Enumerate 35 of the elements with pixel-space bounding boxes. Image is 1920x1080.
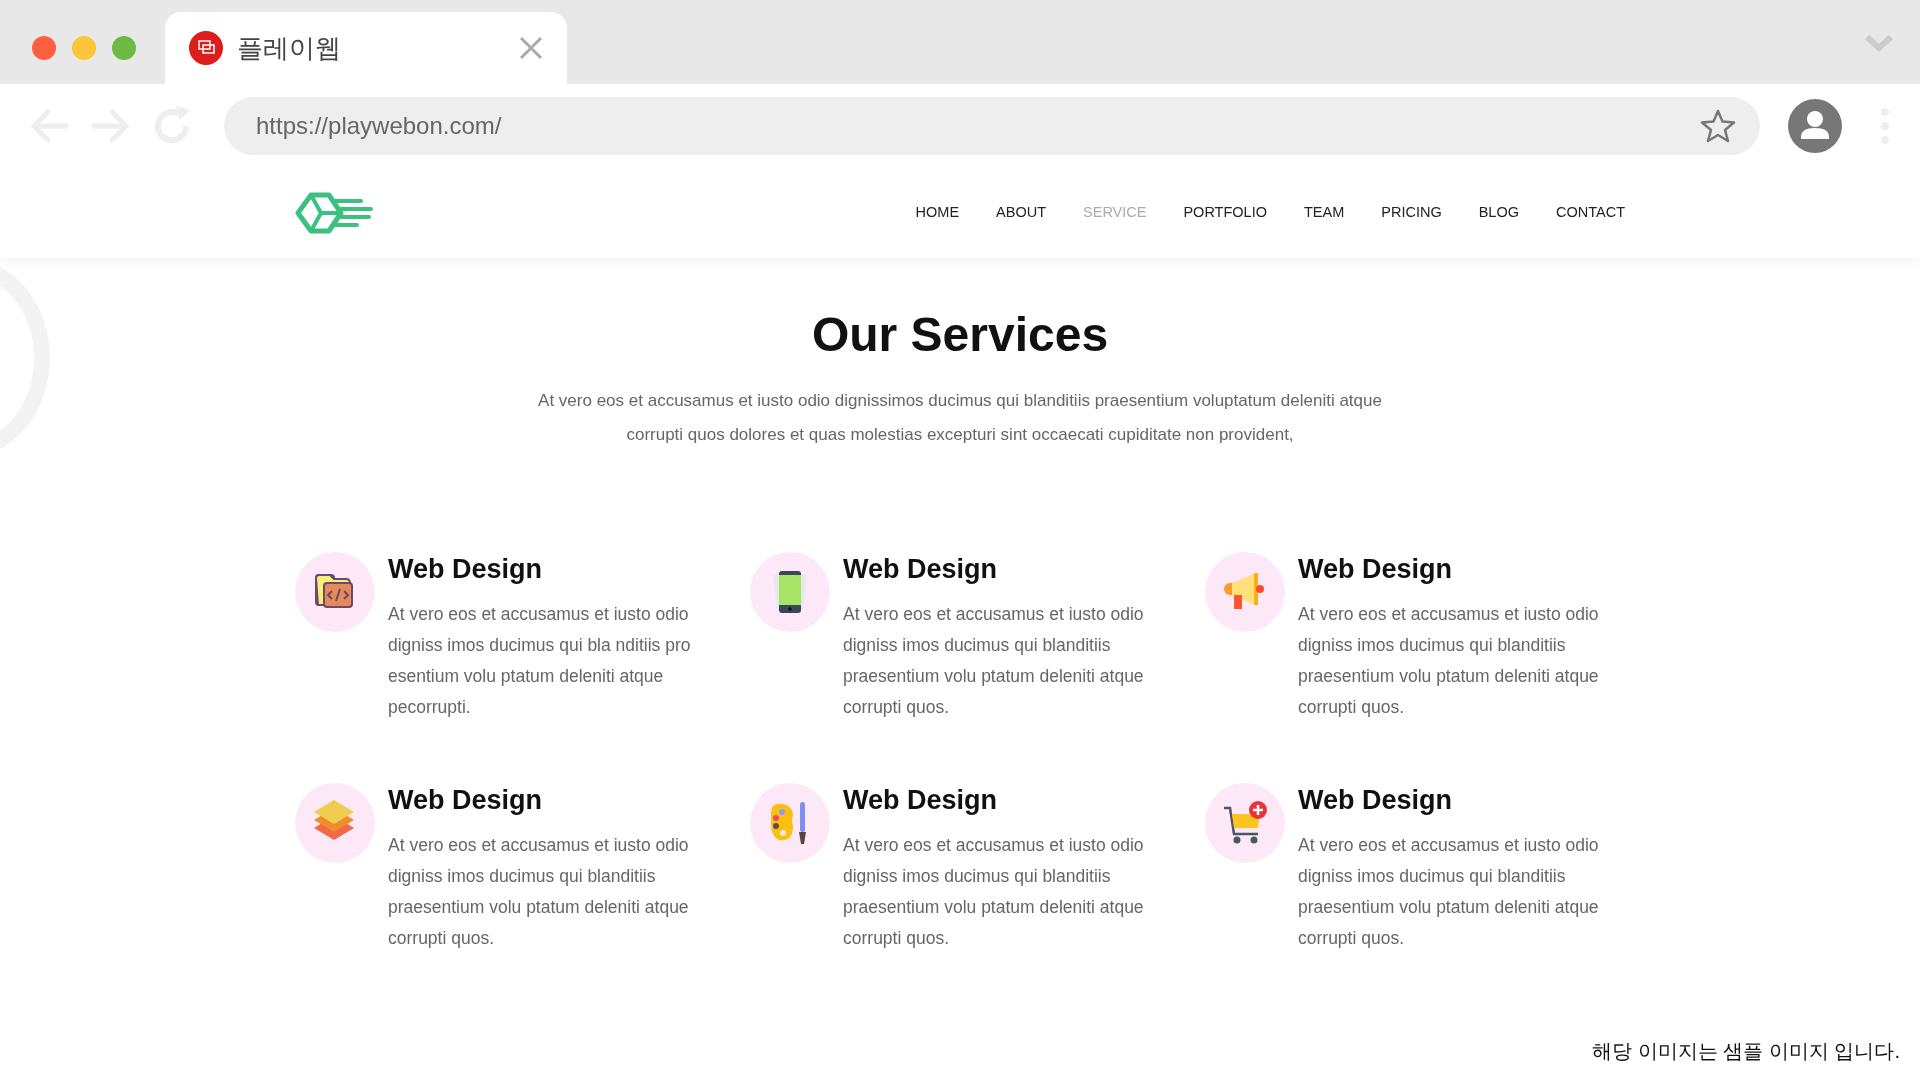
service-title: Web Design xyxy=(843,552,999,586)
service-description: At vero eos et accusamus et iusto odio digniss imos ducimus qui blanditiis praesentium volu ptatum deleniti atque corrupti quos. xyxy=(1298,602,1600,719)
service-title: Web Design xyxy=(388,783,544,817)
star-icon[interactable] xyxy=(1700,109,1736,143)
section-heading: Our Services xyxy=(810,307,1110,363)
shopping-cart-icon xyxy=(1222,799,1268,846)
service-description: At vero eos et accusamus et iusto odio digniss imos ducimus qui blanditiis praesentium volu ptatum deleniti atque corrupti quos. xyxy=(843,602,1145,719)
address-bar[interactable]: https://playwebon.com/ xyxy=(224,97,1760,155)
window-control-button[interactable] xyxy=(72,36,96,60)
caption-note: 해당 이미지는 샘플 이미지 입니다. xyxy=(1592,1039,1900,1064)
browser-tab[interactable]: 플레이웹 xyxy=(165,12,567,84)
nav-link[interactable]: PRICING xyxy=(1381,202,1442,224)
service-title: Web Design xyxy=(388,552,544,586)
service-description: At vero eos et accusamus et iusto odio digniss imos ducimus qui blanditiis praesentium volu ptatum deleniti atque corrupti quos. xyxy=(843,833,1145,950)
nav-link[interactable]: TEAM xyxy=(1304,202,1345,224)
service-title: Web Design xyxy=(1298,783,1454,817)
close-icon[interactable] xyxy=(519,36,543,60)
service-description: At vero eos et accusamus et iusto odio digniss imos ducimus qui blanditiis praesentium volu ptatum deleniti atque corrupti quos. xyxy=(388,833,690,950)
service-title: Web Design xyxy=(1298,552,1454,586)
service-title: Web Design xyxy=(843,783,999,817)
chevron-down-icon[interactable] xyxy=(1864,34,1894,52)
window-control-button[interactable] xyxy=(32,36,56,60)
service-description: At vero eos et accusamus et iusto odio digniss imos ducimus qui bla nditiis pro esentium volu ptatum deleniti atque pecorrupti. xyxy=(388,602,692,719)
nav-link[interactable]: PORTFOLIO xyxy=(1183,202,1267,224)
nav-link[interactable]: ABOUT xyxy=(996,202,1047,224)
window-control-button[interactable] xyxy=(112,36,136,60)
url-text: https://playwebon.com/ xyxy=(256,111,503,141)
profile-avatar-icon[interactable] xyxy=(1788,99,1842,153)
site-favicon-icon xyxy=(189,31,223,65)
tab-title: 플레이웹 xyxy=(237,31,342,65)
service-description: At vero eos et accusamus et iusto odio digniss imos ducimus qui blanditiis praesentium volu ptatum deleniti atque corrupti quos. xyxy=(1298,833,1600,950)
nav-link[interactable]: BLOG xyxy=(1478,202,1519,224)
section-intro: At vero eos et accusamus et iusto odio dignissimos ducimus qui blanditiis praesentium voluptatum deleniti atque corrupti quos dolores et quas molestias excepturi sint occaecati cupiditate non provident, xyxy=(537,389,1383,446)
nav-link[interactable]: HOME xyxy=(915,202,960,224)
nav-link[interactable]: CONTACT xyxy=(1556,202,1625,224)
